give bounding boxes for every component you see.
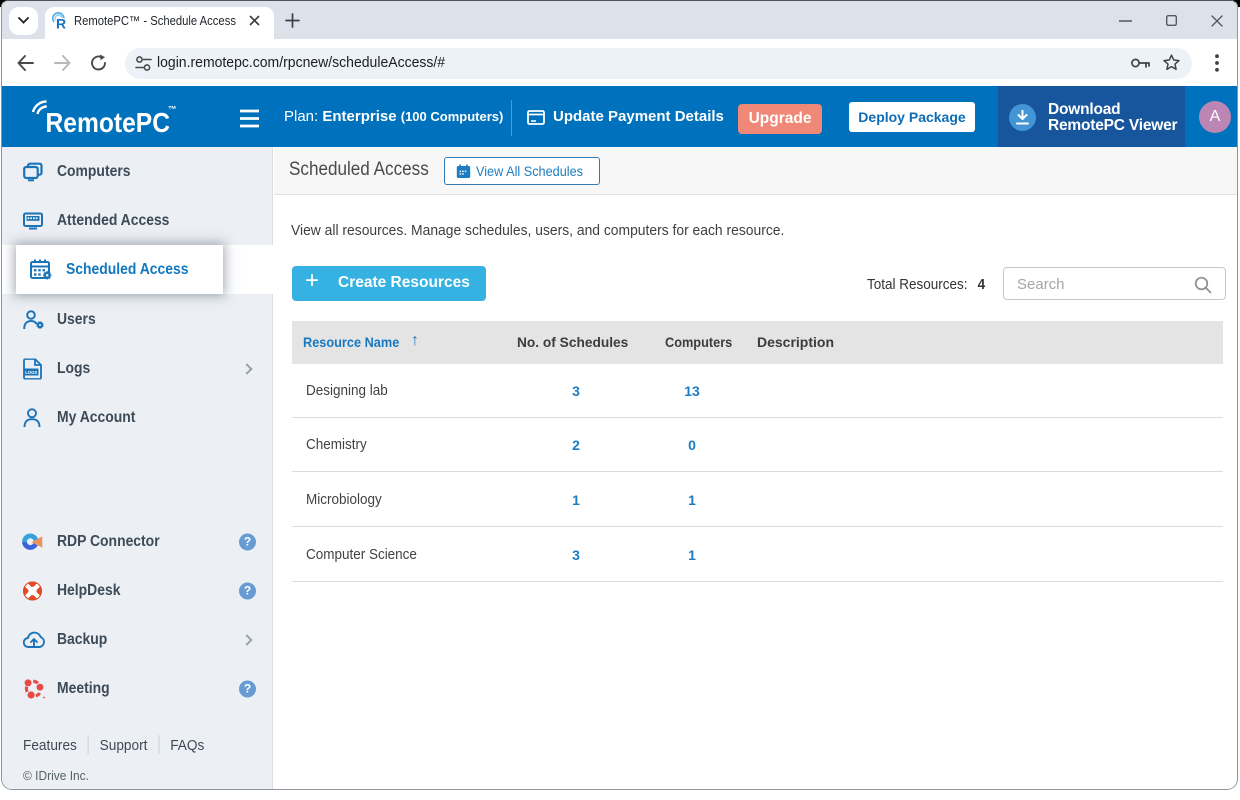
svg-text:RemotePC: RemotePC (46, 107, 171, 138)
svg-text:R: R (56, 16, 66, 30)
svg-text:LOGS: LOGS (25, 370, 38, 376)
svg-text:™: ™ (168, 104, 177, 114)
